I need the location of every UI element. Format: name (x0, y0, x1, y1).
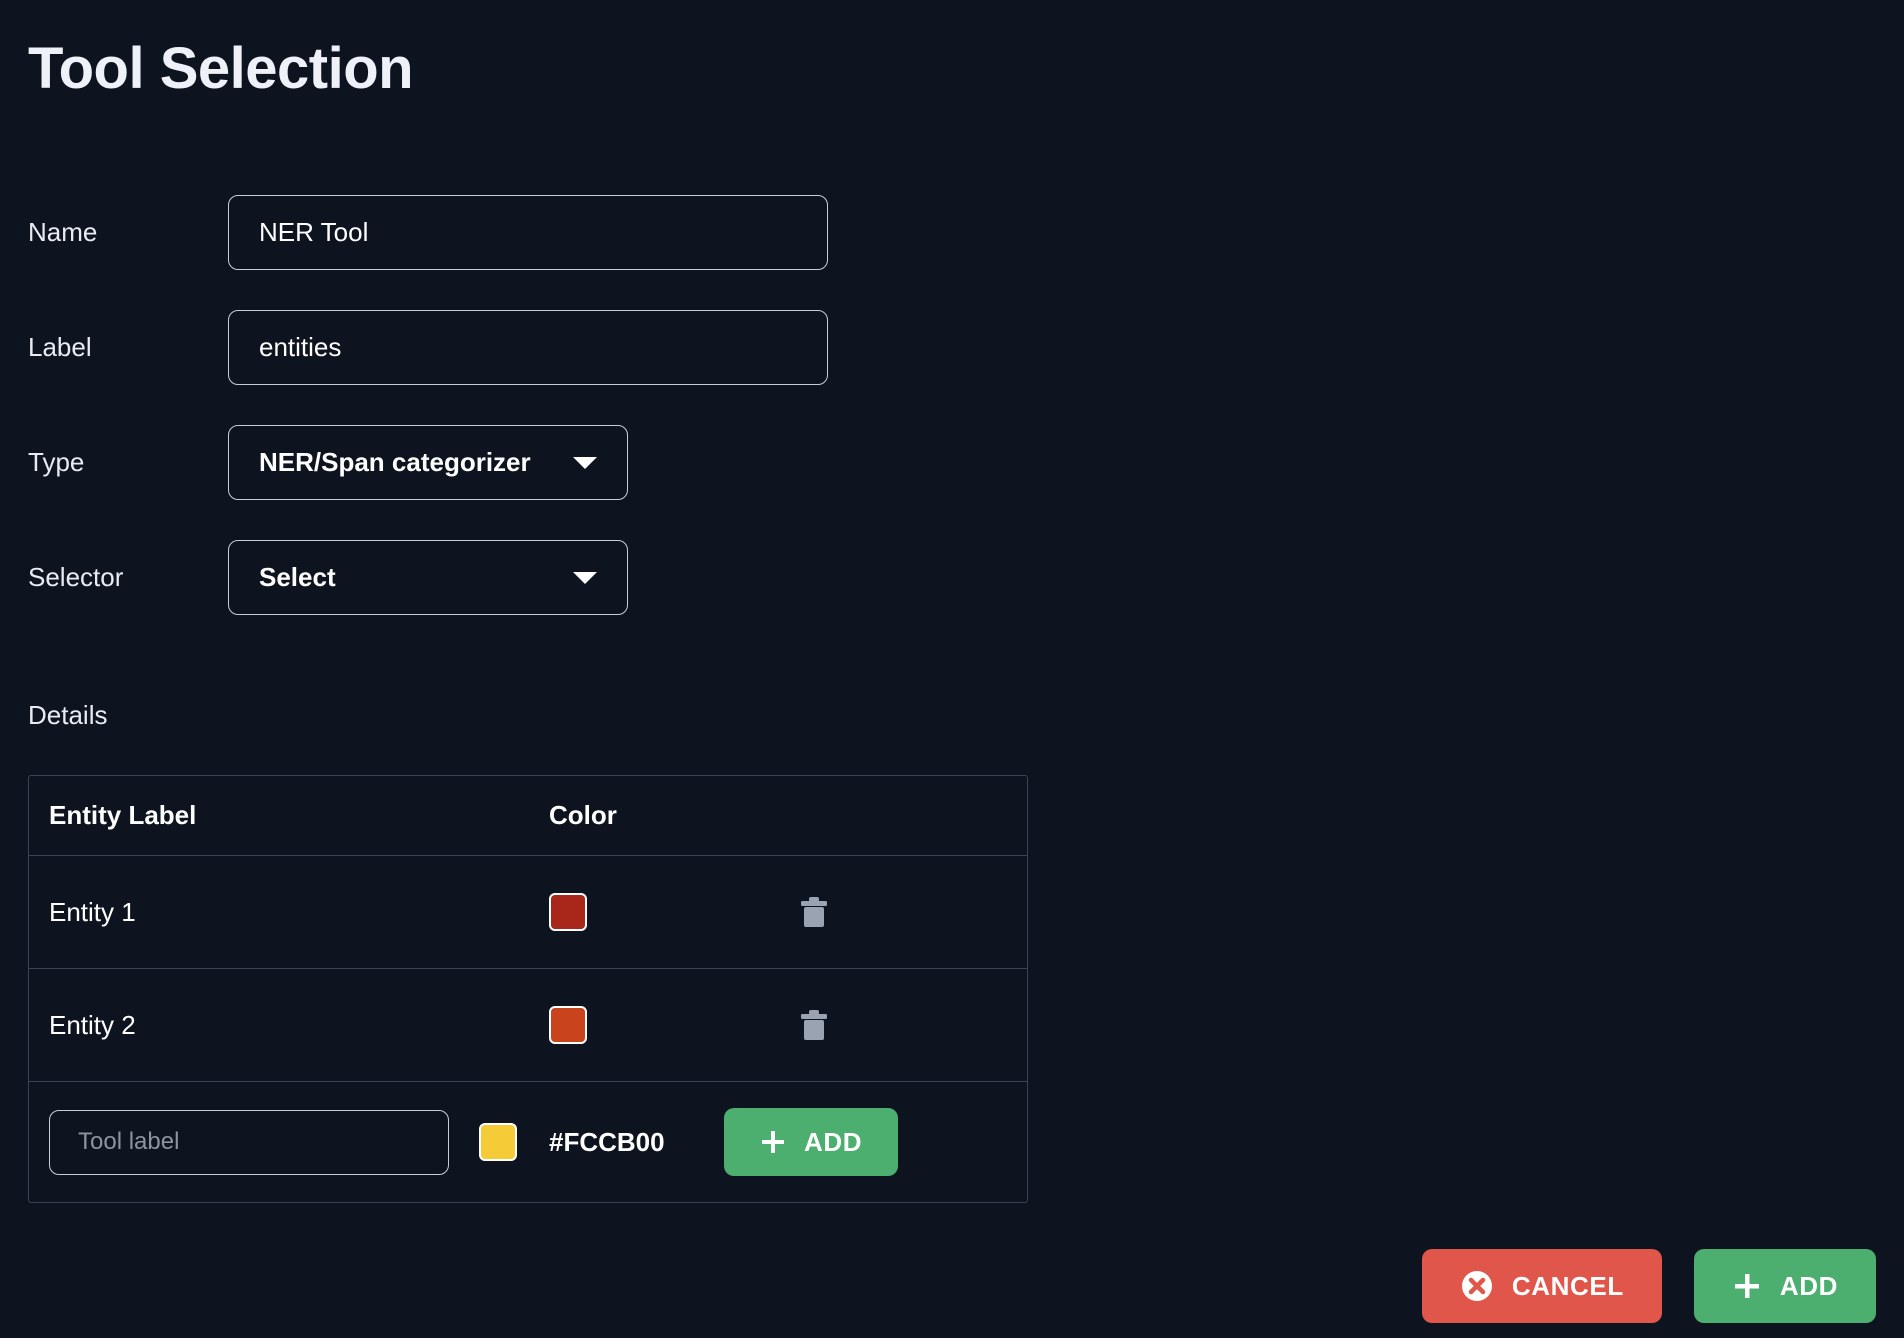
add-entity-label: ADD (804, 1126, 863, 1157)
delete-entity-button[interactable] (799, 895, 829, 929)
color-hex-value: #FCCB00 (549, 1126, 665, 1157)
entity-table: Entity Label Color Entity 1 Entity 2 Too… (28, 775, 1028, 1203)
entity-color-cell (549, 1006, 799, 1044)
trash-icon (801, 897, 827, 927)
delete-entity-button[interactable] (799, 1008, 829, 1042)
column-header-entity-label: Entity Label (49, 800, 197, 830)
type-label: Type (28, 447, 85, 477)
page-title: Tool Selection (28, 36, 414, 101)
plus-icon (1732, 1271, 1762, 1301)
name-input[interactable] (228, 195, 828, 270)
add-entity-button[interactable]: ADD (724, 1108, 899, 1176)
type-select-value: NER/Span categorizer (259, 447, 531, 477)
column-header-color: Color (549, 800, 617, 830)
chevron-down-icon (573, 571, 597, 584)
type-select[interactable]: NER/Span categorizer (228, 425, 628, 500)
new-entity-input-wrap (49, 1109, 479, 1175)
new-entity-row: #FCCB00 ADD (29, 1082, 1027, 1202)
table-row: Entity 2 (29, 969, 1027, 1082)
name-label: Name (28, 217, 98, 247)
plus-icon (760, 1129, 786, 1155)
entity-color-cell (549, 893, 799, 931)
selector-label: Selector (28, 562, 124, 592)
selector-select-value: Select (259, 562, 336, 592)
details-heading: Details (28, 700, 108, 730)
footer-actions: CANCEL ADD (1421, 1249, 1876, 1323)
entity-label-cell: Entity 1 (49, 896, 136, 927)
entity-action-cell (799, 1008, 1027, 1042)
entity-label-cell: Entity 2 (49, 1009, 136, 1040)
color-swatch[interactable] (479, 1123, 517, 1161)
close-circle-icon (1460, 1269, 1494, 1303)
chevron-down-icon (573, 456, 597, 469)
new-entity-color-wrap (479, 1123, 549, 1161)
tool-selection-page: Tool Selection Name Label Type NER/Span … (0, 0, 1904, 1338)
table-header: Entity Label Color (29, 776, 1027, 856)
tool-label-input[interactable] (49, 1109, 449, 1175)
trash-icon (801, 1010, 827, 1040)
form-row-selector: Selector Select (28, 540, 908, 615)
label-label: Label (28, 332, 92, 362)
form-row-name: Name (28, 195, 908, 270)
color-swatch[interactable] (549, 893, 587, 931)
tool-form: Name Label Type NER/Span categorizer Sel… (28, 195, 908, 655)
cancel-button[interactable]: CANCEL (1421, 1249, 1662, 1323)
cancel-button-label: CANCEL (1511, 1270, 1624, 1301)
color-swatch[interactable] (549, 1006, 587, 1044)
table-row: Entity 1 (29, 856, 1027, 969)
add-button-label: ADD (1779, 1270, 1838, 1301)
entity-action-cell (799, 895, 1027, 929)
form-row-label: Label (28, 310, 908, 385)
add-button[interactable]: ADD (1693, 1249, 1876, 1323)
selector-select[interactable]: Select (228, 540, 628, 615)
label-input[interactable] (228, 310, 828, 385)
form-row-type: Type NER/Span categorizer (28, 425, 908, 500)
